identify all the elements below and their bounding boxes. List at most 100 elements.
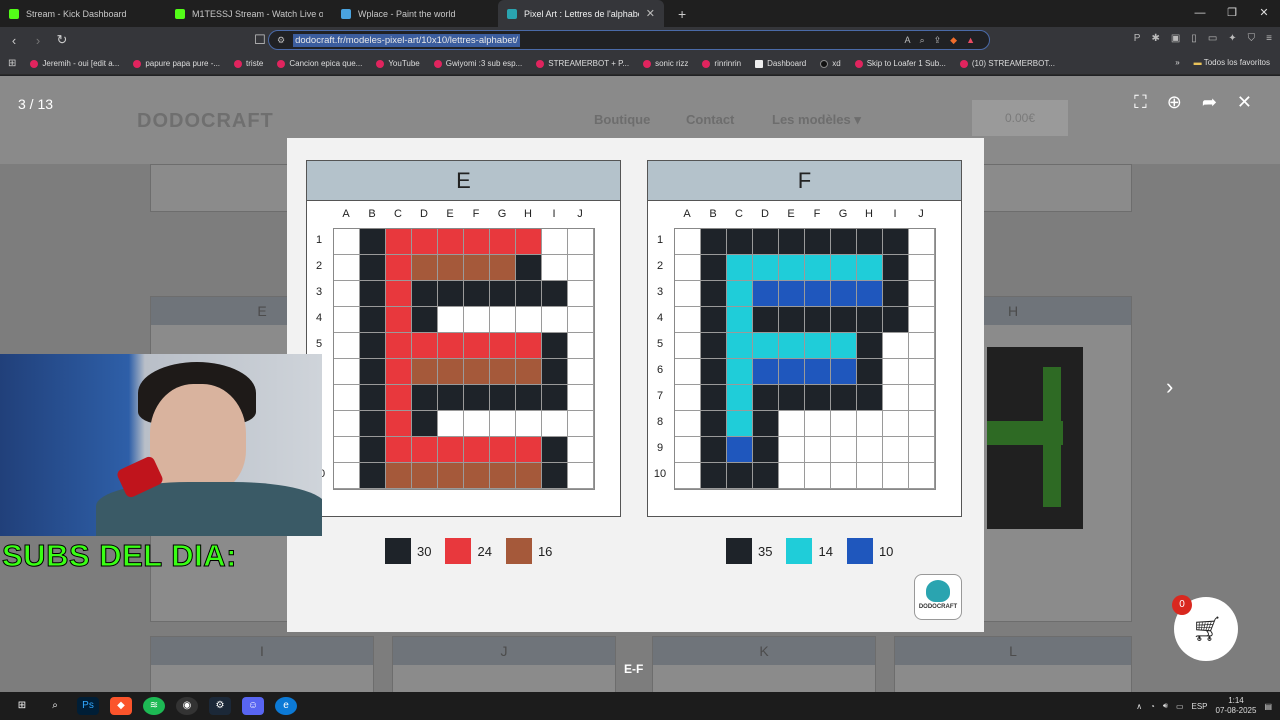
extensions-icon[interactable]: ✱ (1151, 33, 1159, 44)
site-logo[interactable]: DODOCRAFT (137, 110, 274, 133)
reload-icon[interactable]: ↻ (52, 32, 72, 48)
media-icon[interactable]: ▣ (1171, 33, 1180, 44)
leo-icon[interactable]: ✦ (1228, 33, 1236, 44)
pixel-cell (412, 359, 438, 385)
header-cart[interactable]: 0.00€ (972, 100, 1068, 136)
share-arrow-icon[interactable]: ➦ (1202, 92, 1217, 113)
spotify-icon[interactable]: ≋ (143, 697, 165, 715)
steam-icon[interactable]: ⚙ (209, 697, 231, 715)
forward-icon[interactable]: › (28, 33, 48, 48)
back-icon[interactable]: ‹ (4, 33, 24, 48)
pixel-cell (568, 255, 594, 281)
browser-tab[interactable]: M1TESSJ Stream - Watch Live on (166, 0, 332, 27)
tray-overflow-icon[interactable]: ∧ (1136, 702, 1142, 711)
browser-tab[interactable]: Pixel Art : Lettres de l'alphabet - ✕ (498, 0, 664, 27)
clock[interactable]: 1:14 07-08-2025 (1216, 696, 1257, 716)
pixel-cell (516, 411, 542, 437)
pixel-cell (490, 229, 516, 255)
search-icon[interactable]: ⌕ (44, 697, 66, 715)
close-window-icon[interactable]: ✕ (1248, 0, 1280, 27)
menu-icon[interactable]: ≡ (1266, 33, 1272, 44)
bookmark-favicon-icon (959, 59, 968, 68)
legend-swatch (786, 538, 813, 564)
site-info-icon[interactable]: ⚙ (277, 35, 285, 46)
row-label: 9 (656, 442, 664, 454)
tab-strip: Stream - Kick Dashboard M1TESSJ Stream - … (0, 0, 664, 27)
brave-icon[interactable]: ◆ (110, 697, 132, 715)
bookmark-item[interactable]: (10) STREAMERBOT... (959, 59, 1055, 68)
new-tab-button[interactable]: + (678, 6, 686, 22)
bookmark-item[interactable]: sonic rizz (643, 59, 688, 68)
pixel-cell (490, 333, 516, 359)
bookmark-label: YouTube (388, 59, 420, 68)
sidebar-icon[interactable]: ▯ (1191, 33, 1197, 44)
all-bookmarks-folder[interactable]: ▬ Todos los favoritos (1194, 58, 1270, 67)
next-arrow-icon[interactable]: › (1166, 374, 1173, 400)
bookmark-item[interactable]: triste (234, 59, 263, 68)
pixel-cell (831, 437, 857, 463)
url-text[interactable]: dodocraft.fr/modeles-pixel-art/10x10/let… (293, 33, 520, 47)
nav-contact[interactable]: Contact (686, 112, 734, 127)
pixel-cell (334, 359, 360, 385)
restore-icon[interactable]: ❐ (1216, 0, 1248, 27)
vpn-icon[interactable]: ⛉ (1248, 33, 1256, 44)
translate-icon[interactable]: A (905, 35, 911, 46)
bookmark-item[interactable]: STREAMERBOT + P... (536, 59, 629, 68)
nav-models[interactable]: Les modèles ▾ (772, 112, 861, 128)
close-icon[interactable]: ✕ (1237, 92, 1252, 113)
bookmark-item[interactable]: YouTube (376, 59, 420, 68)
bookmark-icon[interactable]: ☐ (250, 32, 270, 48)
close-tab-icon[interactable]: ✕ (646, 7, 655, 20)
pixel-cell (438, 281, 464, 307)
bookmark-favicon-icon (30, 59, 39, 68)
pixel-cell (360, 359, 386, 385)
windows-start-icon[interactable]: ⊞ (11, 697, 33, 715)
rewards-icon[interactable]: ▲ (966, 35, 975, 46)
discord-icon[interactable]: ☺ (242, 697, 264, 715)
network-icon[interactable]: ◔ (1150, 702, 1155, 711)
apps-icon[interactable]: ⊞ (8, 58, 16, 69)
nav-boutique[interactable]: Boutique (594, 112, 650, 127)
pixel-cell (675, 281, 701, 307)
bookmark-item[interactable]: papure papa pure -... (133, 59, 220, 68)
pixel-cell (831, 359, 857, 385)
notifications-icon[interactable]: ▤ (1264, 702, 1272, 711)
bookmark-item[interactable]: Skip to Loafer 1 Sub... (854, 59, 946, 68)
column-label: D (420, 208, 428, 220)
browser-tab[interactable]: Wplace - Paint the world (332, 0, 498, 27)
zoom-in-icon[interactable]: ⊕ (1167, 92, 1182, 113)
pixel-cell (360, 411, 386, 437)
browser-tab[interactable]: Stream - Kick Dashboard (0, 0, 166, 27)
pixel-cell (438, 255, 464, 281)
more-bookmarks-icon[interactable]: » (1175, 58, 1179, 67)
page-content: DODOCRAFT Boutique Contact Les modèles ▾… (0, 76, 1280, 692)
pixel-cell (542, 411, 568, 437)
extension-p-icon[interactable]: P (1134, 33, 1141, 44)
pixel-cell (490, 255, 516, 281)
bookmark-item[interactable]: rinrinrin (702, 59, 741, 68)
bookmark-item[interactable]: Jeremih - oui [edit a... (30, 59, 119, 68)
language-indicator[interactable]: ESP (1192, 702, 1208, 711)
volume-icon[interactable]: 🔊︎ (1163, 701, 1168, 711)
photoshop-icon[interactable]: Ps (77, 697, 99, 715)
bookmark-item[interactable]: Gwiyomi :3 sub esp... (433, 59, 522, 68)
webcam-face (150, 384, 246, 494)
brave-shield-icon[interactable]: ◆ (950, 35, 957, 46)
share-icon[interactable]: ⇪ (934, 35, 942, 46)
fullscreen-icon[interactable]: ⛶ (1134, 92, 1147, 113)
minimize-icon[interactable]: — (1184, 0, 1216, 27)
pixel-cell (412, 463, 438, 489)
zoom-icon[interactable]: ⌕ (920, 35, 925, 46)
edge-icon[interactable]: e (275, 697, 297, 715)
wallet-icon[interactable]: ▭ (1208, 33, 1217, 44)
address-bar[interactable]: ⚙ dodocraft.fr/modeles-pixel-art/10x10/l… (268, 30, 990, 50)
all-bookmarks-label: Todos los favoritos (1203, 58, 1270, 67)
pixel-cell (412, 307, 438, 333)
floating-cart-button[interactable]: 0 🛒︎ (1172, 595, 1238, 661)
bookmark-item[interactable]: Dashboard (755, 59, 806, 68)
bookmark-item[interactable]: Cancion epica que... (277, 59, 362, 68)
bookmark-item[interactable]: xd (820, 59, 841, 68)
obs-icon[interactable]: ◉ (176, 697, 198, 715)
battery-icon[interactable]: ▭ (1176, 702, 1184, 711)
pixel-cell (675, 463, 701, 489)
